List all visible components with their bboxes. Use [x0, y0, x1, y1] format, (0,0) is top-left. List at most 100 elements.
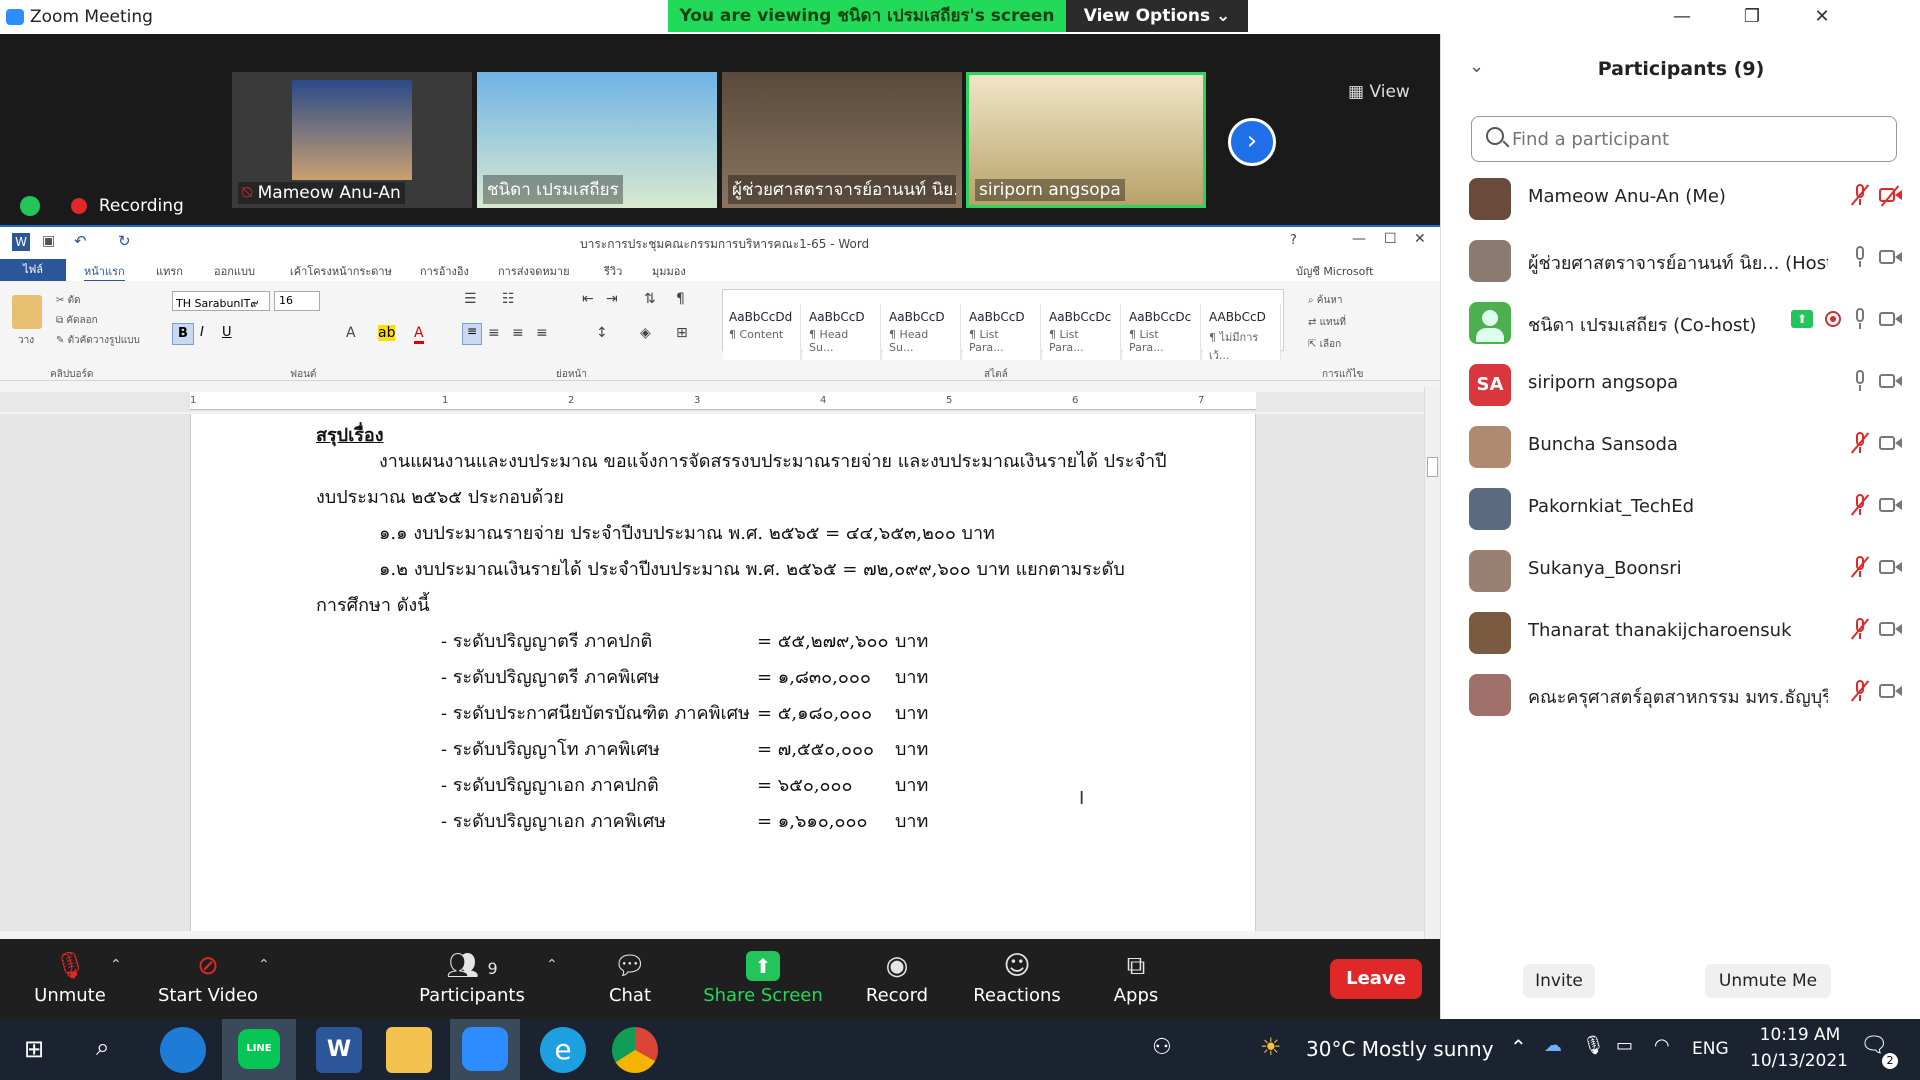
microphone-icon[interactable]: 🎙︎ [1582, 1035, 1605, 1056]
video-icon[interactable] [1879, 373, 1903, 389]
align-left-button[interactable]: ≡ [462, 323, 482, 345]
bold-button[interactable]: B [172, 323, 194, 345]
font-name-select[interactable]: TH SarabunIT๙ [172, 291, 270, 311]
video-icon[interactable] [1879, 311, 1903, 327]
file-tab[interactable]: ไฟล์ [0, 259, 66, 281]
style-item[interactable]: AaBbCcD ¶ Head Su... [803, 304, 881, 360]
scroll-thumb[interactable] [1427, 457, 1438, 477]
account-label[interactable]: บัญชี Microsoft [1296, 262, 1373, 280]
chrome-icon[interactable] [612, 1027, 658, 1073]
security-shield-icon[interactable] [20, 196, 40, 216]
taskbar-active-app[interactable]: LINE [222, 1019, 296, 1080]
tab-design[interactable]: ออกแบบ [214, 262, 255, 280]
line-spacing-icon[interactable]: ↕ [596, 325, 608, 341]
align-center-icon[interactable]: ≡ [488, 325, 500, 341]
highlight-icon[interactable]: ab [378, 325, 396, 341]
video-icon[interactable] [1879, 435, 1903, 451]
ruler-track[interactable]: 1 1 2 3 4 5 6 7 [190, 392, 1256, 410]
document-page[interactable]: สรุปเรื่อง งานแผนงานและงบประมาณ ขอแจ้งกา… [190, 414, 1256, 931]
edge-icon[interactable] [160, 1027, 206, 1073]
people-icon[interactable]: ⚇ [1152, 1035, 1172, 1060]
windows-start-icon[interactable]: ⊞ [24, 1035, 44, 1063]
participant-row[interactable]: คณะครุศาสตร์อุตสาหกรรม มทร.ธัญบุรี [1441, 662, 1920, 724]
style-item[interactable]: AaBbCcD ¶ Head Su... [883, 304, 961, 360]
next-page-arrow-icon[interactable]: › [1228, 118, 1276, 166]
numbering-icon[interactable]: ☷ [502, 291, 515, 307]
borders-icon[interactable]: ⊞ [676, 325, 688, 341]
leave-button[interactable]: Leave [1330, 959, 1422, 999]
italic-button[interactable]: I [200, 325, 204, 340]
copy-button[interactable]: ⧉ คัดลอก [56, 313, 98, 328]
start-video-button[interactable]: ⊘ Start Video [150, 939, 266, 1019]
style-item[interactable]: AaBbCcDc ¶ List Para... [1043, 304, 1121, 360]
increase-indent-icon[interactable]: ⇥ [606, 291, 618, 307]
style-item[interactable]: AABbCcD ¶ ไม่มีการเว้... [1203, 304, 1281, 362]
vertical-scrollbar[interactable] [1424, 387, 1440, 941]
sort-icon[interactable]: ⇅ [644, 291, 656, 307]
search-icon[interactable]: ⌕ [96, 1033, 109, 1061]
format-painter-button[interactable]: ✎ ตัวคัดวางรูปแบบ [56, 333, 140, 348]
cut-button[interactable]: ✂ ตัด [56, 293, 81, 308]
participants-caret-icon[interactable]: ⌃ [546, 957, 558, 973]
video-tile[interactable]: ผู้ช่วยศาสตราจารย์อานนท์ นิย... [722, 72, 962, 208]
decrease-indent-icon[interactable]: ⇤ [582, 291, 594, 307]
muted-mic-icon[interactable] [1853, 432, 1867, 454]
word-restore-icon[interactable]: ☐ [1384, 231, 1397, 247]
tab-insert[interactable]: แทรก [156, 262, 183, 280]
video-tile[interactable]: ⍉ Mameow Anu-An [232, 72, 472, 208]
participant-search[interactable] [1471, 116, 1897, 162]
clock-date[interactable]: 10/13/2021 [1744, 1051, 1854, 1071]
undo-icon[interactable]: ↶ [74, 232, 87, 250]
participant-row[interactable]: Pakornkiat_TechEd [1441, 476, 1920, 538]
chat-button[interactable]: 💬︎ Chat [590, 939, 670, 1019]
muted-mic-icon[interactable] [1853, 680, 1867, 702]
style-item[interactable]: AaBbCcDc ¶ List Para... [1123, 304, 1201, 360]
mic-icon[interactable] [1853, 246, 1867, 268]
tab-view[interactable]: มุมมอง [652, 262, 686, 280]
muted-mic-icon[interactable] [1853, 494, 1867, 516]
style-item[interactable]: AaBbCcDd ¶ Content [723, 304, 801, 360]
close-icon[interactable]: ✕ [1792, 2, 1852, 32]
share-screen-button[interactable]: ⬆ Share Screen [700, 939, 826, 1019]
video-icon[interactable] [1879, 559, 1903, 575]
unmute-me-button[interactable]: Unmute Me [1705, 964, 1831, 998]
video-off-icon[interactable] [1879, 187, 1903, 203]
video-options-caret-icon[interactable]: ⌃ [258, 957, 270, 973]
tab-layout[interactable]: เค้าโครงหน้ากระดาษ [290, 262, 392, 280]
participants-button[interactable]: 👥︎ 9 Participants [412, 939, 532, 1019]
style-item[interactable]: AaBbCcD ¶ List Para... [963, 304, 1041, 360]
participant-row[interactable]: Buncha Sansoda [1441, 414, 1920, 476]
save-icon[interactable]: ▣ [42, 233, 55, 249]
invite-button[interactable]: Invite [1523, 964, 1595, 998]
weather-icon[interactable]: ☀ [1260, 1033, 1282, 1061]
participant-row[interactable]: Thanarat thanakijcharoensuk [1441, 600, 1920, 662]
select-button[interactable]: ⇱ เลือก [1308, 337, 1341, 352]
view-options-button[interactable]: View Options ⌄ [1066, 0, 1248, 32]
tab-references[interactable]: การอ้างอิง [420, 262, 469, 280]
gallery-view-button[interactable]: ▦ View [1348, 82, 1410, 102]
word-close-icon[interactable]: ✕ [1414, 231, 1426, 247]
battery-icon[interactable]: ▭ [1616, 1035, 1633, 1056]
unmute-button[interactable]: 🎙︎ Unmute [20, 939, 120, 1019]
file-explorer-icon[interactable] [386, 1027, 432, 1073]
video-icon[interactable] [1879, 497, 1903, 513]
shading-icon[interactable]: ◈ [640, 325, 651, 341]
internet-explorer-icon[interactable]: e [540, 1027, 586, 1073]
participant-row[interactable]: Mameow Anu-An (Me) [1441, 166, 1920, 228]
onedrive-icon[interactable]: ☁ [1544, 1035, 1562, 1056]
word-icon[interactable]: W [316, 1027, 362, 1073]
minimize-icon[interactable]: — [1652, 2, 1712, 32]
audio-options-caret-icon[interactable]: ⌃ [110, 957, 122, 973]
pilcrow-icon[interactable]: ¶ [676, 291, 685, 307]
paste-label[interactable]: วาง [18, 333, 34, 348]
participant-row[interactable]: SA siriporn angsopa [1441, 352, 1920, 414]
participant-row[interactable]: ชนิดา เปรมเสถียร (Co-host) ⬆ [1441, 290, 1920, 352]
search-input[interactable] [1512, 125, 1882, 153]
tab-review[interactable]: รีวิว [604, 262, 622, 280]
video-icon[interactable] [1879, 249, 1903, 265]
wifi-icon[interactable]: ◠ [1654, 1035, 1670, 1056]
participant-row[interactable]: Sukanya_Boonsri [1441, 538, 1920, 600]
paste-icon[interactable] [12, 295, 42, 329]
font-size-select[interactable]: 16 [274, 291, 320, 311]
mic-icon[interactable] [1853, 308, 1867, 330]
